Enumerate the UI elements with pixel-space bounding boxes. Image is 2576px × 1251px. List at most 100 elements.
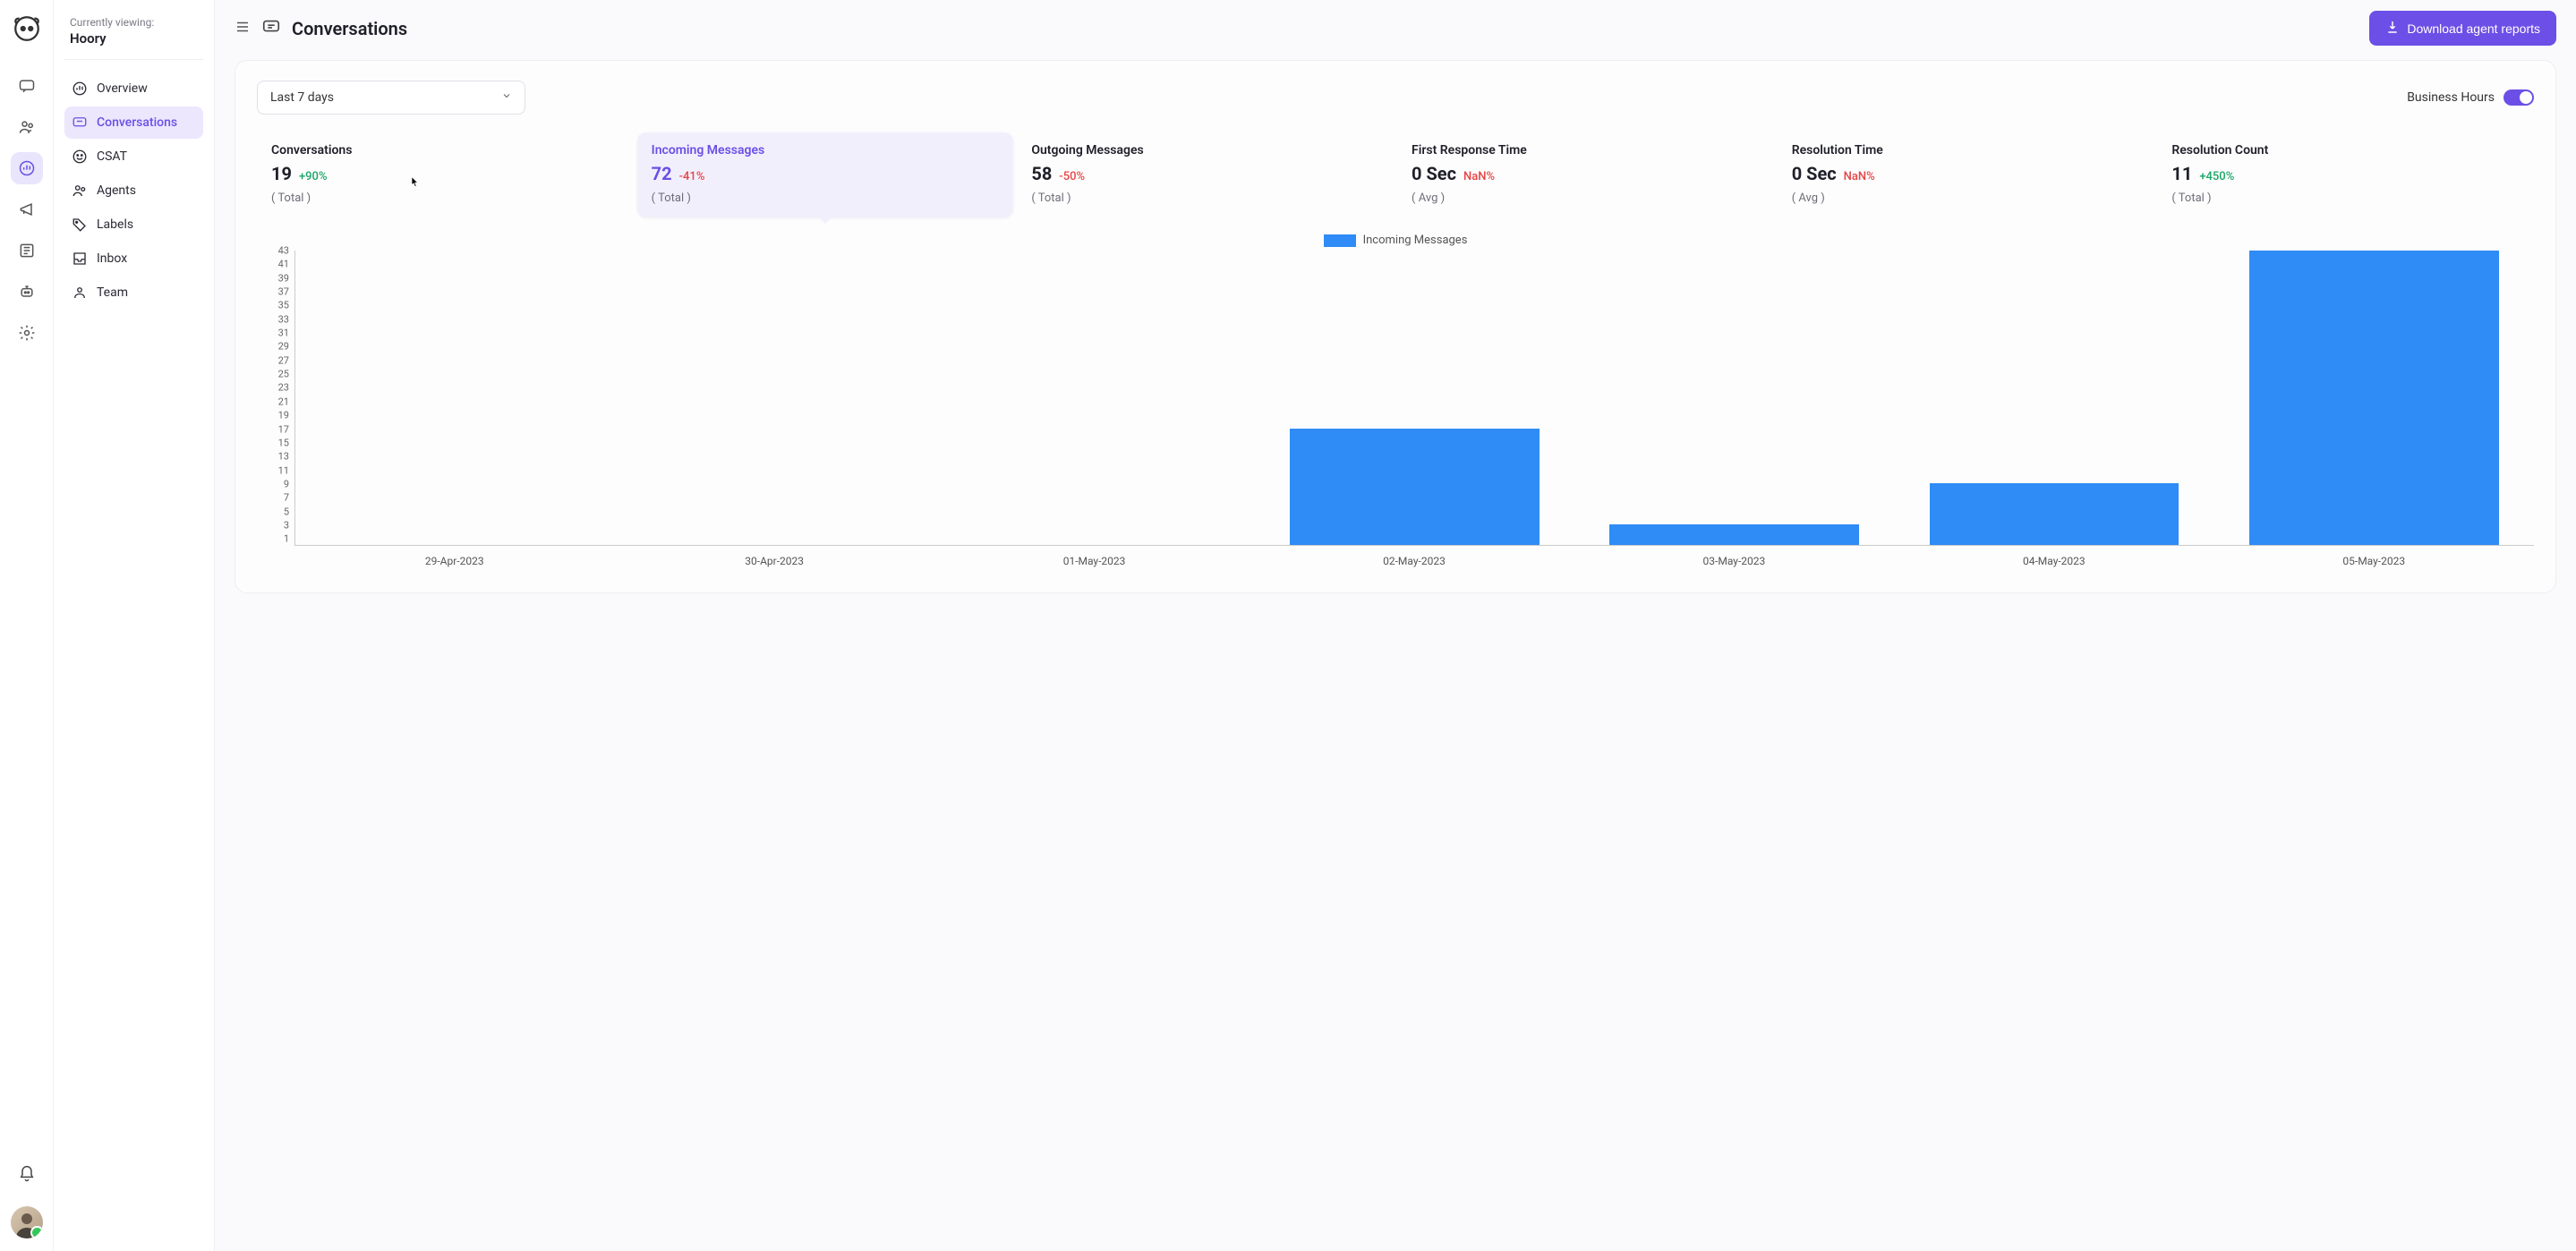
- stat-delta: +450%: [2199, 170, 2234, 183]
- download-icon: [2385, 20, 2400, 37]
- y-tick: 23: [252, 382, 289, 394]
- stat-card-outgoing-messages[interactable]: Outgoing Messages58-50%( Total ): [1017, 132, 1394, 217]
- sidebar-item-overview[interactable]: Overview: [64, 72, 203, 105]
- stats-row: Conversations19+90%( Total )Incoming Mes…: [257, 132, 2534, 217]
- y-tick: 9: [252, 478, 289, 489]
- stat-title: Resolution Count: [2171, 143, 2520, 157]
- users-icon: [72, 183, 88, 199]
- chart-column: [935, 251, 1255, 545]
- sidebar-item-labels[interactable]: Labels: [64, 208, 203, 241]
- bot-icon[interactable]: [11, 276, 43, 308]
- y-tick: 15: [252, 437, 289, 448]
- y-tick: 29: [252, 341, 289, 353]
- chart-icon: [72, 81, 88, 97]
- x-tick: 01-May-2023: [934, 546, 1254, 567]
- y-tick: 19: [252, 410, 289, 421]
- team-icon: [72, 285, 88, 301]
- y-tick: 11: [252, 464, 289, 476]
- sidebar-item-label: CSAT: [97, 149, 127, 164]
- stat-title: Outgoing Messages: [1031, 143, 1379, 157]
- stat-subtext: ( Avg ): [1412, 191, 1760, 205]
- date-range-dropdown[interactable]: Last 7 days: [257, 81, 525, 115]
- y-tick: 35: [252, 300, 289, 311]
- y-tick: 21: [252, 396, 289, 407]
- x-tick: 05-May-2023: [2214, 546, 2534, 567]
- chart-column: [1894, 251, 2213, 545]
- sidebar-collapse-icon[interactable]: [235, 19, 251, 38]
- y-tick: 5: [252, 506, 289, 517]
- stat-card-resolution-count[interactable]: Resolution Count 11 +450% ( Total ): [2157, 132, 2534, 217]
- sidebar-item-label: Labels: [97, 217, 133, 232]
- settings-icon[interactable]: [11, 317, 43, 349]
- stat-delta: -50%: [1059, 170, 1085, 183]
- y-tick: 1: [252, 533, 289, 545]
- icon-rail: [0, 0, 54, 1251]
- chart-column: [2214, 251, 2534, 545]
- x-tick: 30-Apr-2023: [614, 546, 934, 567]
- page-title: Conversations: [292, 18, 407, 39]
- chart-column: [615, 251, 934, 545]
- chart-column: [1574, 251, 1894, 545]
- stat-value: 11: [2171, 163, 2192, 184]
- stat-title: Resolution Time: [1792, 143, 2140, 157]
- app-logo: [11, 13, 43, 45]
- sidebar-item-label: Inbox: [97, 251, 127, 266]
- sidebar-item-inbox[interactable]: Inbox: [64, 243, 203, 275]
- chart-bar[interactable]: [2249, 251, 2499, 545]
- stat-value: 58: [1031, 163, 1052, 184]
- sidebar-item-conversations[interactable]: Conversations: [64, 106, 203, 139]
- x-tick: 04-May-2023: [1894, 546, 2213, 567]
- download-button-label: Download agent reports: [2407, 21, 2540, 36]
- sidebar-item-csat[interactable]: CSAT: [64, 140, 203, 173]
- reports-icon[interactable]: [11, 152, 43, 184]
- stat-subtext: ( Total ): [2171, 191, 2520, 205]
- stat-title: First Response Time: [1412, 143, 1760, 157]
- stat-subtext: ( Total ): [652, 191, 1000, 205]
- download-reports-button[interactable]: Download agent reports: [2369, 11, 2556, 46]
- stat-card-first-response-time[interactable]: First Response Time0 SecNaN%( Avg ): [1397, 132, 1774, 217]
- chart-column: [295, 251, 615, 545]
- y-tick: 27: [252, 354, 289, 366]
- business-hours-switch[interactable]: [2503, 89, 2534, 106]
- y-tick: 25: [252, 369, 289, 380]
- contacts-icon[interactable]: [11, 111, 43, 143]
- stat-card-conversations[interactable]: Conversations19+90%( Total ): [257, 132, 634, 217]
- legend-label: Incoming Messages: [1363, 234, 1468, 247]
- stat-delta: -41%: [679, 170, 705, 183]
- chart-bar[interactable]: [1609, 524, 1859, 545]
- chart-bar[interactable]: [1290, 429, 1540, 545]
- sidebar-item-label: Overview: [97, 81, 148, 96]
- x-tick: 02-May-2023: [1254, 546, 1574, 567]
- sidebar-item-label: Conversations: [97, 115, 177, 130]
- stat-subtext: ( Total ): [271, 191, 619, 205]
- chat-icon: [72, 115, 88, 131]
- sidebar-nav: Overview Conversations CSAT Agents Labels Inb…: [64, 72, 203, 309]
- sidebar-item-team[interactable]: Team: [64, 277, 203, 309]
- x-tick: 03-May-2023: [1574, 546, 1894, 567]
- chart-legend: Incoming Messages: [257, 234, 2534, 247]
- library-icon[interactable]: [11, 234, 43, 267]
- topbar: Conversations Download agent reports: [215, 0, 2576, 56]
- tag-icon: [72, 217, 88, 233]
- chart-bar[interactable]: [1930, 483, 2179, 545]
- sidebar-item-label: Team: [97, 285, 128, 300]
- dropdown-selected: Last 7 days: [270, 90, 334, 105]
- y-tick: 17: [252, 423, 289, 435]
- sidebar-item-agents[interactable]: Agents: [64, 174, 203, 207]
- y-tick: 7: [252, 492, 289, 504]
- main-content: Conversations Download agent reports Las…: [215, 0, 2576, 1251]
- campaigns-icon[interactable]: [11, 193, 43, 226]
- stat-card-incoming-messages[interactable]: Incoming Messages72-41%( Total ): [637, 132, 1014, 217]
- messages-icon[interactable]: [11, 70, 43, 102]
- stat-delta: NaN%: [1844, 170, 1875, 183]
- stat-card-resolution-time[interactable]: Resolution Time0 SecNaN%( Avg ): [1778, 132, 2154, 217]
- context-label: Currently viewing:: [70, 16, 198, 29]
- chart-x-axis: 29-Apr-202330-Apr-202301-May-202302-May-…: [294, 546, 2534, 567]
- context-switcher[interactable]: Currently viewing: Hoory: [64, 16, 203, 60]
- y-tick: 33: [252, 313, 289, 325]
- user-avatar[interactable]: [11, 1206, 43, 1238]
- chart-container: Incoming Messages 4341393735333129272523…: [257, 234, 2534, 567]
- sidebar: Currently viewing: Hoory Overview Convers…: [54, 0, 215, 1251]
- chart-y-axis: 434139373533312927252321191715131197531: [257, 251, 294, 546]
- notifications-icon[interactable]: [11, 1158, 43, 1190]
